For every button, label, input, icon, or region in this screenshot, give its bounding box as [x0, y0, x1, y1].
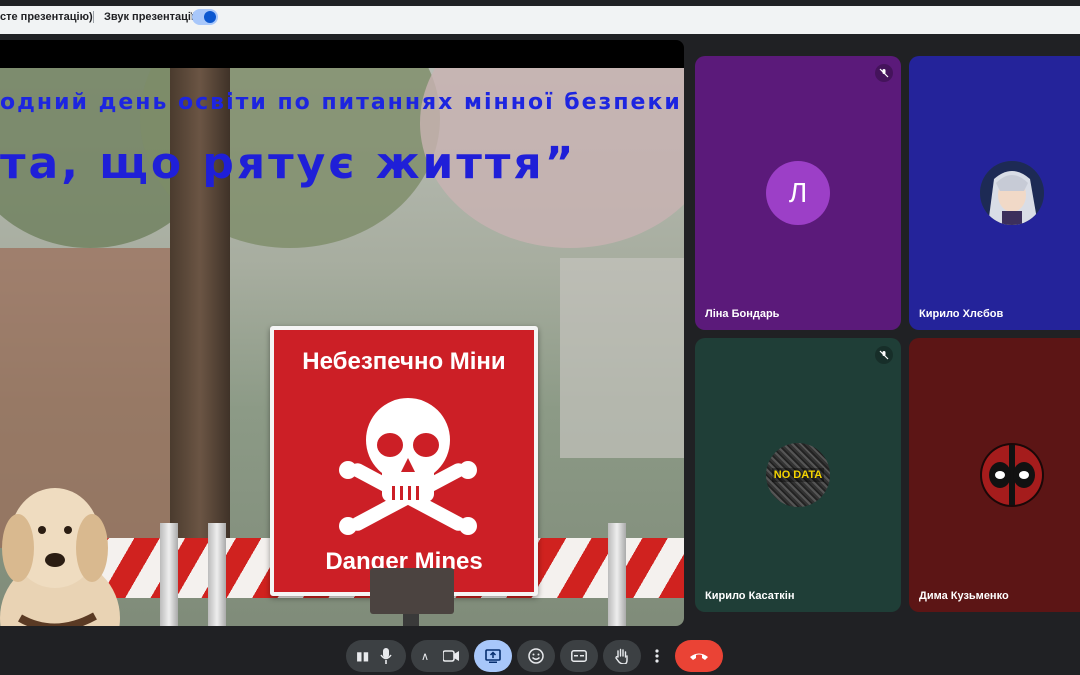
captions-icon[interactable]	[560, 640, 598, 672]
participant-tile[interactable]: NO DATA Кирило Касаткін	[695, 338, 901, 612]
present-icon[interactable]	[474, 640, 512, 672]
participant-name: Дима Кузьменко	[919, 590, 1009, 602]
avatar	[980, 161, 1044, 225]
more-icon[interactable]	[646, 640, 668, 672]
participant-tile[interactable]: Кирило Хлєбов	[909, 56, 1080, 330]
chevron-up-icon[interactable]: ∧	[421, 650, 429, 663]
avatar-no-data-text: NO DATA	[771, 468, 825, 482]
sound-toggle[interactable]	[192, 9, 218, 25]
call-toolbar: ▮▮ ∧	[0, 630, 1080, 675]
barrier-post	[160, 523, 178, 626]
audio-level-icon: ▮▮	[356, 649, 370, 663]
top-bar: сте презентацію) Звук презентації	[0, 0, 1080, 34]
skull-crossbones-icon	[339, 398, 477, 535]
sign-plate	[370, 568, 454, 614]
avatar	[980, 443, 1044, 507]
slide-title-line2: та, що рятує життя”	[0, 138, 577, 189]
mic-off-icon	[875, 346, 893, 364]
camera-icon[interactable]	[443, 650, 459, 662]
anime-avatar-image	[980, 161, 1044, 225]
divider	[93, 11, 94, 23]
participant-name: Кирило Касаткін	[705, 590, 795, 602]
mic-off-icon	[875, 64, 893, 82]
danger-sign: Небезпечно Міни Danger Mines	[270, 326, 538, 596]
toggle-knob	[204, 11, 216, 23]
emoji-icon[interactable]	[517, 640, 555, 672]
slide: одний день освіти по питаннях мінної без…	[0, 68, 684, 626]
end-call-icon[interactable]	[675, 640, 723, 672]
barrier-post	[208, 523, 226, 626]
dog-illustration	[0, 488, 120, 626]
participant-name: Ліна Бондарь	[705, 308, 780, 320]
slide-title-line1: одний день освіти по питаннях мінної без…	[0, 90, 682, 115]
raise-hand-icon[interactable]	[603, 640, 641, 672]
avatar: Л	[766, 161, 830, 225]
microphone-control: ▮▮	[346, 640, 406, 672]
background-house	[560, 258, 684, 458]
camera-control: ∧	[411, 640, 469, 672]
presentation-status[interactable]: сте презентацію)	[0, 11, 93, 23]
top-strip	[0, 0, 1080, 6]
participant-name: Кирило Хлєбов	[919, 308, 1004, 320]
sound-label: Звук презентації	[104, 11, 195, 23]
sign-text-ua: Небезпечно Міни	[302, 348, 506, 375]
presentation-view: одний день освіти по питаннях мінної без…	[0, 40, 684, 626]
avatar: NO DATA	[766, 443, 830, 507]
deadpool-avatar-image	[982, 445, 1042, 505]
microphone-icon[interactable]	[380, 648, 392, 664]
participant-tile[interactable]: Л Ліна Бондарь	[695, 56, 901, 330]
participant-tile[interactable]: Дима Кузьменко	[909, 338, 1080, 612]
barrier-post	[608, 523, 626, 626]
